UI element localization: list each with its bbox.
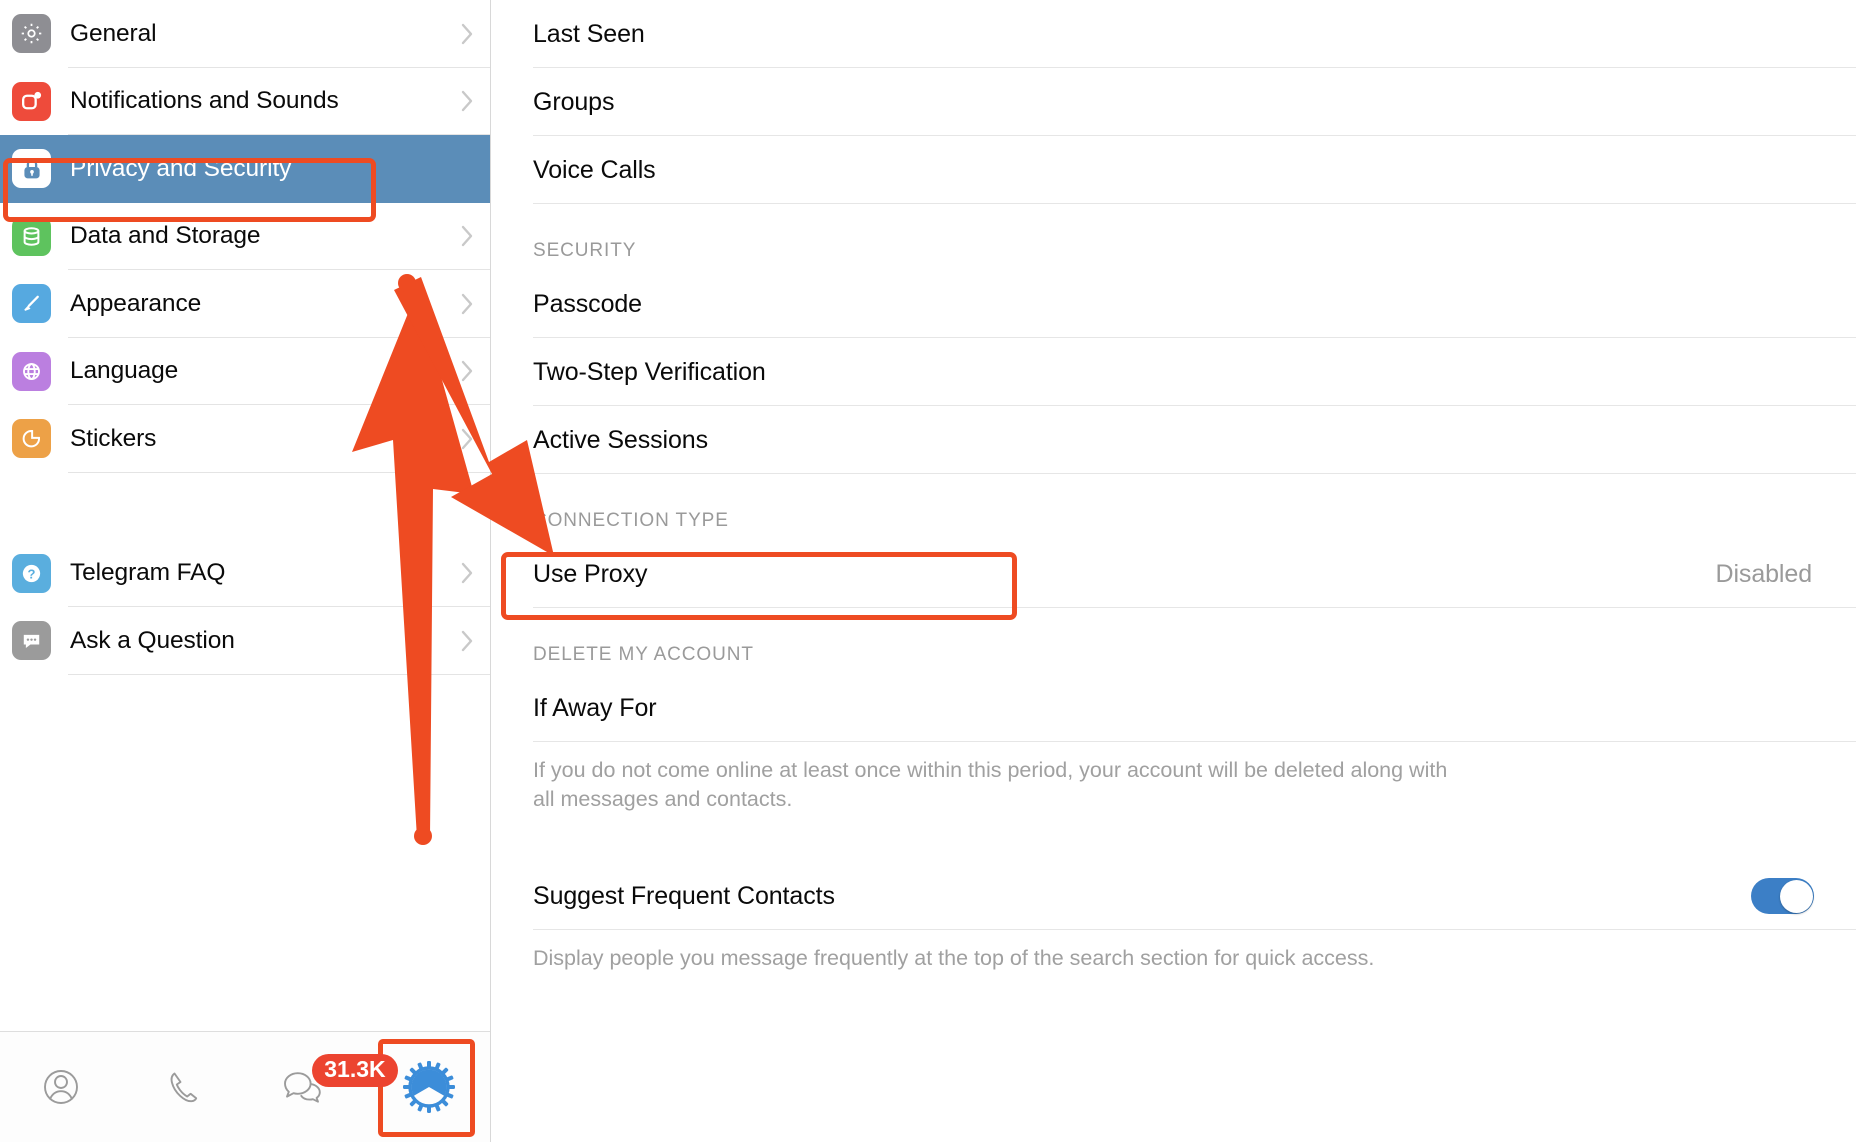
row-label: If Away For: [533, 693, 657, 722]
sidebar-item-ask-a-question[interactable]: Ask a Question: [0, 607, 490, 675]
row-label: Last Seen: [533, 19, 645, 48]
section-header-security: SECURITY: [533, 240, 637, 261]
sidebar-item-language[interactable]: Language: [0, 337, 490, 405]
app-window: General Notifications and Sounds Privacy…: [0, 0, 1856, 1142]
row-active-sessions[interactable]: Active Sessions: [491, 406, 1856, 474]
chevron-right-icon: [461, 225, 474, 247]
globe-icon: [12, 351, 51, 391]
sidebar-item-label: Language: [70, 357, 179, 385]
chevron-right-icon: [461, 360, 474, 382]
row-label: Use Proxy: [533, 559, 648, 588]
sidebar-item-label: Stickers: [70, 424, 157, 452]
chevron-right-icon: [461, 293, 474, 315]
divider: [533, 741, 1856, 742]
chat-bubble-icon: [12, 621, 51, 661]
row-label: Active Sessions: [533, 425, 708, 454]
privacy-settings-panel: Last Seen Groups Voice Calls SECURITY Pa…: [491, 0, 1856, 1142]
gear-icon: [12, 14, 51, 54]
person-circle-icon: [37, 1063, 85, 1111]
sidebar-item-general[interactable]: General: [0, 0, 490, 68]
chevron-right-icon: [461, 562, 474, 584]
sidebar-item-label: Appearance: [70, 289, 202, 317]
row-label: Groups: [533, 87, 615, 116]
sidebar-item-appearance[interactable]: Appearance: [0, 270, 490, 338]
sidebar-item-stickers[interactable]: Stickers: [0, 405, 490, 473]
chevron-right-icon: [461, 428, 474, 450]
row-value-proxy-status: Disabled: [1715, 559, 1813, 588]
phone-icon: [160, 1063, 208, 1111]
divider: [68, 673, 490, 675]
row-label: Voice Calls: [533, 155, 656, 184]
sidebar-item-privacy-and-security[interactable]: Privacy and Security: [0, 135, 490, 203]
sidebar-item-telegram-faq[interactable]: ? Telegram FAQ: [0, 539, 490, 607]
settings-sidebar: General Notifications and Sounds Privacy…: [0, 0, 491, 1142]
lock-icon: [12, 149, 51, 189]
divider: [68, 471, 490, 473]
row-last-seen[interactable]: Last Seen: [491, 0, 1856, 68]
row-two-step-verification[interactable]: Two-Step Verification: [491, 338, 1856, 406]
suggest-frequent-contacts-toggle[interactable]: [1751, 878, 1814, 915]
toggle-knob: [1779, 879, 1813, 913]
sidebar-item-notifications-and-sounds[interactable]: Notifications and Sounds: [0, 67, 490, 135]
frequent-contacts-description: Display people you message frequently at…: [533, 946, 1375, 971]
divider: [533, 929, 1856, 931]
chevron-right-icon: [461, 23, 474, 45]
section-header-connection-type: CONNECTION TYPE: [533, 510, 729, 531]
divider: [533, 473, 1856, 474]
divider: [533, 203, 1856, 204]
row-voice-calls[interactable]: Voice Calls: [491, 136, 1856, 204]
calls-tab[interactable]: [123, 1032, 246, 1142]
sidebar-item-label: Data and Storage: [70, 222, 261, 250]
sidebar-section-gap: [0, 472, 490, 540]
sidebar-scroll-area[interactable]: General Notifications and Sounds Privacy…: [0, 0, 490, 1031]
chevron-right-icon: [461, 630, 474, 652]
bell-notification-icon: [12, 81, 51, 121]
svg-text:?: ?: [28, 566, 36, 581]
contacts-tab[interactable]: [0, 1032, 123, 1142]
paintbrush-icon: [12, 284, 51, 324]
database-icon: [12, 216, 51, 256]
sidebar-item-label: Ask a Question: [70, 626, 235, 654]
section-header-delete-my-account: DELETE MY ACCOUNT: [533, 644, 754, 665]
row-suggest-frequent-contacts[interactable]: Suggest Frequent Contacts: [491, 862, 1856, 931]
divider: [533, 607, 1856, 608]
sidebar-item-data-and-storage[interactable]: Data and Storage: [0, 202, 490, 270]
row-passcode[interactable]: Passcode: [491, 270, 1856, 338]
chats-tab[interactable]: 31.3K: [245, 1032, 398, 1142]
sidebar-item-label: Notifications and Sounds: [70, 87, 339, 115]
question-mark-icon: ?: [12, 553, 51, 593]
sticker-icon: [12, 419, 51, 459]
settings-tab[interactable]: [368, 1032, 491, 1142]
gear-settings-icon: [402, 1060, 456, 1114]
chevron-right-icon: [461, 90, 474, 112]
sidebar-item-label: Privacy and Security: [70, 154, 292, 182]
chats-unread-badge: 31.3K: [312, 1053, 398, 1087]
row-use-proxy[interactable]: Use Proxy Disabled: [491, 540, 1856, 608]
row-if-away-for[interactable]: If Away For: [491, 674, 1856, 742]
row-label: Passcode: [533, 289, 642, 318]
sidebar-item-label: General: [70, 19, 157, 47]
bottom-tab-bar: 31.3K: [0, 1031, 490, 1142]
sidebar-item-label: Telegram FAQ: [70, 559, 226, 587]
row-groups[interactable]: Groups: [491, 68, 1856, 136]
row-label: Two-Step Verification: [533, 357, 766, 386]
row-label: Suggest Frequent Contacts: [533, 881, 835, 910]
delete-account-description: If you do not come online at least once …: [533, 758, 1448, 812]
